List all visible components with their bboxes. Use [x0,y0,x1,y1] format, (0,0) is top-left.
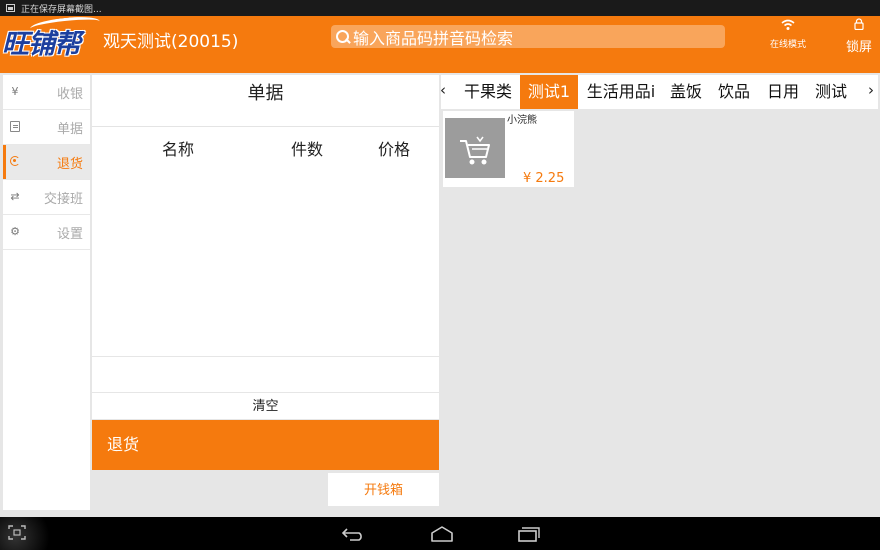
product-name: 小浣熊 [507,115,537,126]
cart-icon [460,136,490,165]
screenshot-notification-icon [6,4,15,12]
receipt-panel: 单据 名称 件数 价格 [92,75,439,356]
category-tab[interactable]: 盖饭 [665,75,707,109]
app-header: 旺铺帮 观天测试(20015) 输入商品码拼音码检索 在线模式 锁屏 [0,14,880,73]
search-icon [335,29,351,45]
recent-apps-icon[interactable] [517,526,541,542]
document-icon [9,121,21,133]
category-tab-active[interactable]: 测试1 [520,75,578,109]
screenshot-icon[interactable] [8,525,26,540]
category-tab[interactable]: 测试 [810,75,852,109]
swap-icon: ⇄ [10,190,20,203]
app-logo: 旺铺帮 [2,29,81,60]
system-nav-bar [0,517,880,550]
product-image [445,118,505,178]
category-tab[interactable]: 日用 [762,75,804,109]
gear-icon: ⚙ [10,225,20,238]
sidebar-item-label: 单据 [56,121,83,137]
return-icon [9,156,21,168]
return-button[interactable]: 退货 [92,420,439,470]
category-prev-arrow[interactable]: ‹ [440,81,446,99]
product-price: ¥ 2.25 [523,171,565,186]
status-notification-text: 正在保存屏幕截图... [21,4,102,15]
home-icon[interactable] [429,526,455,542]
product-card[interactable]: 小浣熊 ¥ 2.25 [443,111,574,187]
lock-icon [854,18,864,30]
receipt-title: 单据 [247,83,284,104]
category-next-arrow[interactable]: › [868,81,874,99]
store-name: 观天测试(20015) [103,32,239,52]
column-header-qty: 件数 [291,140,324,159]
category-tab[interactable]: 干果类 [459,75,517,109]
sidebar-item-label: 退货 [56,156,83,172]
sidebar-item-checkout[interactable]: ¥ 收银 [3,75,90,110]
sidebar-item-label: 收银 [56,86,83,102]
sidebar-item-documents[interactable]: 单据 [3,110,90,145]
online-mode-button[interactable]: 在线模式 [764,19,812,50]
sidebar-item-settings[interactable]: ⚙ 设置 [3,215,90,250]
sidebar-item-shift-handover[interactable]: ⇄ 交接班 [3,180,90,215]
sidebar-item-return[interactable]: 退货 [3,145,90,180]
back-icon[interactable] [341,527,365,541]
lock-screen-label: 锁屏 [845,40,872,55]
wifi-icon [781,19,795,30]
receipt-divider [92,126,439,127]
sidebar-item-label: 设置 [56,226,83,242]
category-tab[interactable]: 生活用品i [581,75,661,109]
sidebar: ¥ 收银 单据 退货 ⇄ 交接班 ⚙ 设置 [3,75,90,510]
yen-icon: ¥ [11,85,19,98]
search-box[interactable]: 输入商品码拼音码检索 [331,25,725,48]
search-input[interactable]: 输入商品码拼音码检索 [353,25,513,49]
status-bar: 正在保存屏幕截图... [0,0,880,16]
column-header-price: 价格 [378,140,411,159]
category-tabs: ‹ 干果类 测试1 生活用品i 盖饭 饮品 日用 测试 › [440,75,878,109]
clear-button[interactable]: 清空 [92,393,439,419]
column-header-name: 名称 [162,140,195,159]
category-tab[interactable]: 饮品 [713,75,755,109]
online-mode-label: 在线模式 [769,40,806,50]
lock-screen-button[interactable]: 锁屏 [843,18,875,55]
receipt-summary [92,357,439,392]
sidebar-item-label: 交接班 [43,191,83,207]
open-cash-drawer-button[interactable]: 开钱箱 [328,473,439,506]
